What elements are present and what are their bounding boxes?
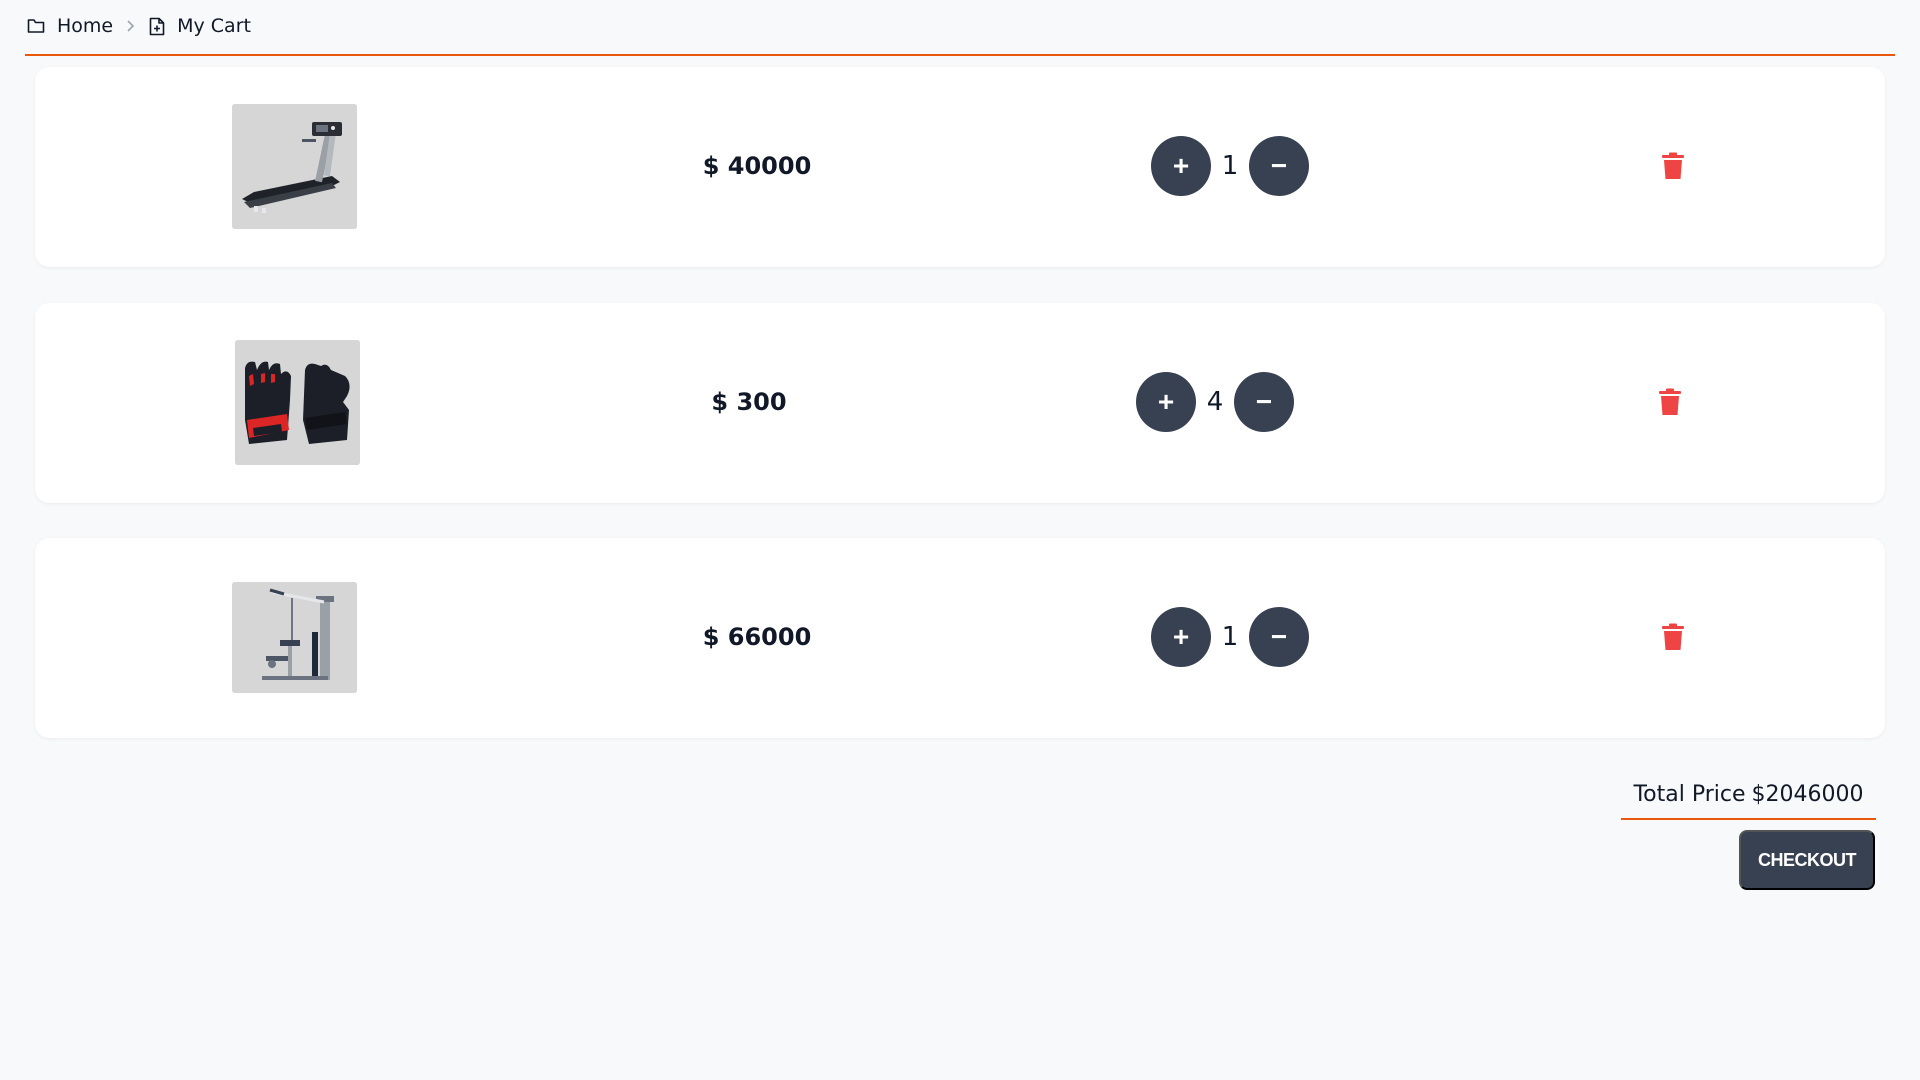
decrement-button[interactable]: − bbox=[1249, 607, 1309, 667]
cart-item: $ 300 + 4 − bbox=[35, 303, 1885, 503]
treadmill-image bbox=[232, 104, 357, 229]
item-quantity: 1 bbox=[1221, 151, 1239, 181]
increment-button[interactable]: + bbox=[1136, 372, 1196, 432]
breadcrumb: Home My Cart bbox=[25, 0, 1895, 56]
item-quantity: 4 bbox=[1206, 387, 1224, 417]
total-price-value: $2046000 bbox=[1751, 781, 1864, 807]
quantity-stepper: + 1 − bbox=[1151, 136, 1309, 196]
item-quantity: 1 bbox=[1221, 622, 1239, 652]
file-plus-icon bbox=[149, 17, 165, 36]
trash-icon[interactable] bbox=[1658, 388, 1682, 416]
cart-item: $ 40000 + 1 − bbox=[35, 67, 1885, 267]
chevron-right-icon bbox=[125, 19, 135, 33]
decrement-button[interactable]: − bbox=[1234, 372, 1294, 432]
gloves-image bbox=[235, 340, 360, 465]
quantity-stepper: + 1 − bbox=[1151, 607, 1309, 667]
lat-pulldown-machine-image bbox=[232, 582, 357, 693]
cart-page: Home My Cart $ 40000 + 1 − $ 300 + 4 − $… bbox=[0, 0, 1920, 1080]
total-price-label: Total Price bbox=[1633, 781, 1746, 807]
trash-icon[interactable] bbox=[1661, 623, 1685, 651]
increment-button[interactable]: + bbox=[1151, 607, 1211, 667]
breadcrumb-my-cart[interactable]: My Cart bbox=[149, 15, 251, 37]
breadcrumb-my-cart-label: My Cart bbox=[177, 15, 251, 37]
item-price: $ 40000 bbox=[702, 152, 812, 180]
folder-icon bbox=[27, 18, 45, 34]
cart-item: $ 66000 + 1 − bbox=[35, 538, 1885, 738]
increment-button[interactable]: + bbox=[1151, 136, 1211, 196]
item-price: $ 66000 bbox=[702, 623, 812, 651]
checkout-button[interactable]: CHECKOUT bbox=[1739, 830, 1875, 890]
quantity-stepper: + 4 − bbox=[1136, 372, 1294, 432]
item-price: $ 300 bbox=[711, 388, 787, 416]
decrement-button[interactable]: − bbox=[1249, 136, 1309, 196]
total-price: Total Price $2046000 bbox=[1621, 770, 1876, 820]
trash-icon[interactable] bbox=[1661, 152, 1685, 180]
breadcrumb-home-label: Home bbox=[57, 15, 114, 37]
breadcrumb-home[interactable]: Home bbox=[27, 15, 113, 37]
